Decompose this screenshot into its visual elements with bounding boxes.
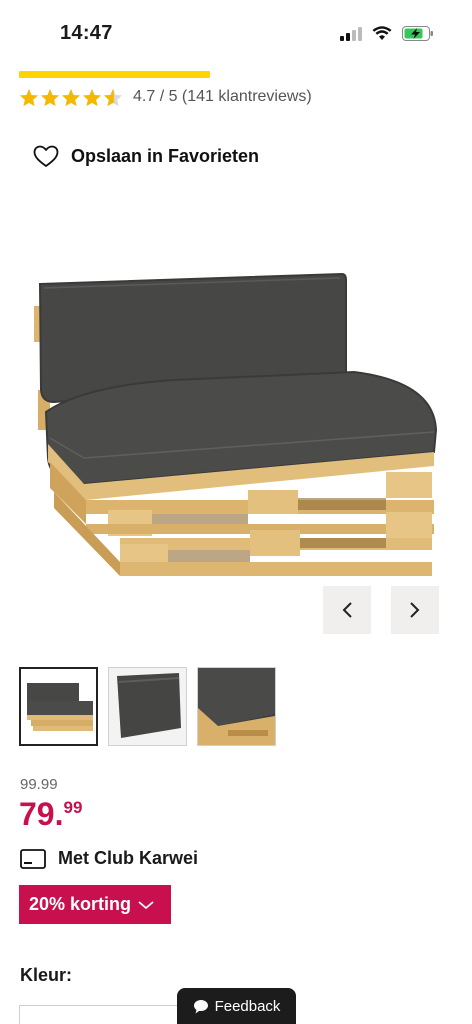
thumbnail-3[interactable]	[197, 667, 276, 746]
star-icon	[19, 88, 39, 106]
thumbnail-2-image	[109, 668, 186, 745]
chevron-down-icon	[138, 900, 154, 909]
current-price: 79. 99	[19, 796, 82, 832]
battery-charging-icon	[402, 26, 433, 41]
status-icons	[340, 26, 434, 41]
feedback-label: Feedback	[214, 997, 281, 1015]
star-icon	[40, 88, 60, 106]
gallery-next-button[interactable]	[391, 586, 439, 634]
price-cents: 99	[63, 798, 83, 817]
rating-accent-bar	[19, 71, 210, 78]
thumbnail-1[interactable]	[19, 667, 98, 746]
chat-bubble-icon	[193, 999, 208, 1013]
product-image	[34, 272, 438, 576]
feedback-button[interactable]: Feedback	[177, 988, 296, 1024]
thumbnail-1-image	[27, 683, 93, 731]
discount-badge[interactable]: 20% korting	[19, 885, 171, 924]
gallery-prev-button[interactable]	[323, 586, 371, 634]
club-label: Met Club Karwei	[58, 848, 199, 868]
thumbnail-3-image	[198, 668, 275, 745]
chevron-left-icon	[342, 602, 352, 618]
old-price: 99.99	[20, 776, 58, 793]
member-card-icon	[20, 848, 46, 869]
signal-icon	[340, 26, 362, 41]
rating-stars	[19, 88, 123, 107]
thumbnail-strip	[19, 667, 276, 746]
price-main: 79.	[19, 796, 64, 832]
status-time: 14:47	[60, 22, 113, 44]
rating[interactable]: 4.7 / 5 (141 klantreviews)	[19, 86, 312, 108]
heart-icon	[33, 145, 59, 167]
thumbnail-2[interactable]	[108, 667, 187, 746]
wifi-icon	[372, 26, 392, 40]
star-half-icon	[103, 88, 123, 106]
chevron-right-icon	[410, 602, 420, 618]
rating-text: 4.7 / 5 (141 klantreviews)	[133, 88, 312, 105]
club-karwei: Met Club Karwei	[20, 848, 198, 869]
discount-label: 20% korting	[29, 894, 132, 914]
color-label: Kleur:	[20, 965, 73, 985]
star-icon	[61, 88, 81, 106]
status-bar: 14:47	[0, 0, 472, 64]
save-favorite-label: Opslaan in Favorieten	[71, 146, 260, 166]
save-favorite-button[interactable]: Opslaan in Favorieten	[33, 145, 259, 168]
star-icon	[82, 88, 102, 106]
